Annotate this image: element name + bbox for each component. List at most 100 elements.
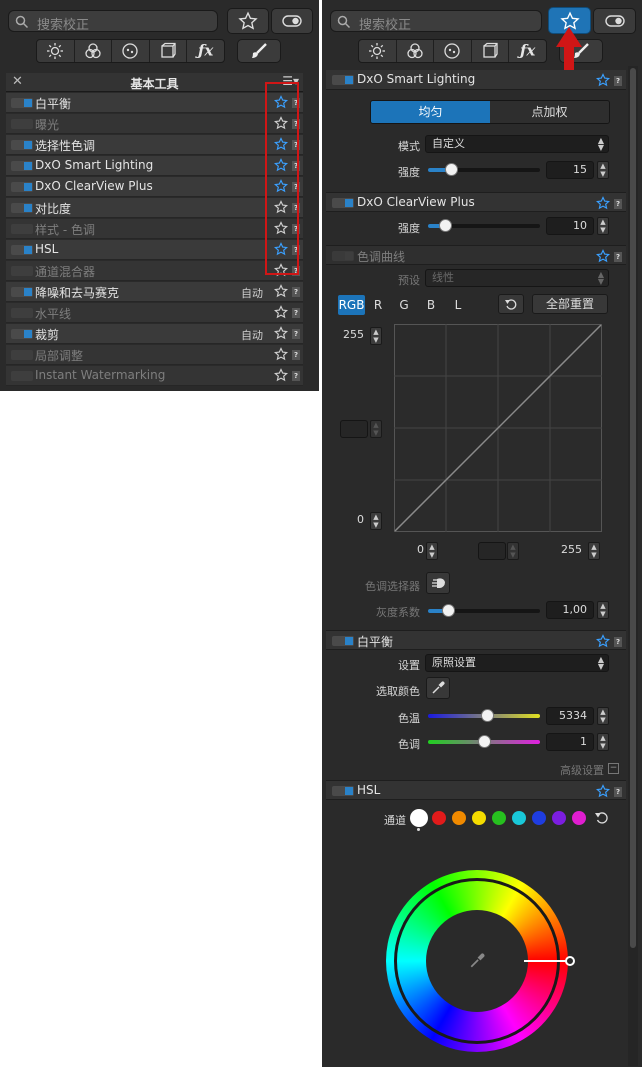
tab-light[interactable] xyxy=(37,40,75,62)
section-header-clearview[interactable]: DxO ClearView Plus ? xyxy=(326,192,626,212)
help-icon[interactable]: ? xyxy=(614,787,622,797)
tab-color[interactable] xyxy=(397,40,435,62)
star-icon[interactable] xyxy=(274,326,288,340)
enable-toggle[interactable] xyxy=(11,266,33,276)
section-header-smart-lighting[interactable]: DxO Smart Lighting ? xyxy=(326,70,626,90)
star-icon[interactable] xyxy=(274,347,288,361)
enable-toggle[interactable] xyxy=(332,636,354,646)
input-mid-stepper[interactable]: ▲ ▼ xyxy=(507,542,519,560)
output-max-stepper[interactable]: ▲ ▼ xyxy=(370,327,382,345)
temperature-stepper[interactable]: ▲ ▼ xyxy=(597,707,609,725)
setting-select[interactable]: 原照设置 ▲ ▼ xyxy=(425,654,609,672)
enable-toggle[interactable] xyxy=(11,245,33,255)
enable-toggle[interactable] xyxy=(332,75,354,85)
tool-list-item[interactable]: 裁剪 自动? xyxy=(6,324,303,344)
channel-rgb[interactable]: RGB xyxy=(338,295,365,315)
star-icon[interactable] xyxy=(596,73,610,87)
tool-list-item[interactable]: Instant Watermarking? xyxy=(6,366,303,386)
search-field[interactable]: 搜索校正 xyxy=(8,10,218,33)
enable-toggle[interactable] xyxy=(11,203,33,213)
enable-toggle[interactable] xyxy=(11,329,33,339)
channel-l[interactable]: L xyxy=(447,295,469,315)
help-icon[interactable]: ? xyxy=(292,350,300,360)
enable-toggle[interactable] xyxy=(332,198,354,208)
output-min-stepper[interactable]: ▲ ▼ xyxy=(370,512,382,530)
enable-toggle[interactable] xyxy=(11,371,33,381)
input-min-field[interactable]: 0 xyxy=(400,542,428,560)
tool-list-item[interactable]: DxO Smart Lighting? xyxy=(6,156,303,176)
enable-toggle[interactable] xyxy=(332,251,354,261)
input-max-stepper[interactable]: ▲ ▼ xyxy=(588,542,600,560)
preset-select[interactable]: 线性 ▲ ▼ xyxy=(425,269,609,287)
strength-stepper[interactable]: ▲ ▼ xyxy=(597,217,609,235)
enable-toggle[interactable] xyxy=(11,119,33,129)
input-mid-field[interactable] xyxy=(478,542,506,560)
star-icon[interactable] xyxy=(596,784,610,798)
collapse-icon[interactable]: − xyxy=(608,763,619,774)
help-icon[interactable]: ? xyxy=(614,76,622,86)
tab-effects[interactable]: ƒx xyxy=(187,40,224,62)
tool-list-item[interactable]: 水平线? xyxy=(6,303,303,323)
tool-list-item[interactable]: DxO ClearView Plus? xyxy=(6,177,303,197)
tab-effects[interactable]: ƒx xyxy=(509,40,546,62)
channel-swatch[interactable] xyxy=(572,811,586,825)
gamma-slider[interactable] xyxy=(428,604,540,617)
search-field[interactable]: 搜索校正 xyxy=(330,10,542,33)
gamma-stepper[interactable]: ▲ ▼ xyxy=(597,601,609,619)
enable-toggle[interactable] xyxy=(11,350,33,360)
tool-list-item[interactable]: 样式 - 色调? xyxy=(6,219,303,239)
tab-detail[interactable] xyxy=(112,40,150,62)
tone-picker-button[interactable] xyxy=(426,572,450,594)
tint-stepper[interactable]: ▲ ▼ xyxy=(597,733,609,751)
output-mid-stepper[interactable]: ▲ ▼ xyxy=(370,420,382,438)
output-mid-field[interactable] xyxy=(340,420,368,438)
channel-swatch[interactable] xyxy=(472,811,486,825)
local-adjust-button[interactable] xyxy=(237,39,281,63)
channel-r[interactable]: R xyxy=(367,295,389,315)
slider-knob[interactable] xyxy=(439,219,452,232)
enable-toggle[interactable] xyxy=(11,98,33,108)
channel-swatch[interactable] xyxy=(532,811,546,825)
star-icon[interactable] xyxy=(596,196,610,210)
toggle-view-button[interactable] xyxy=(593,8,636,34)
help-icon[interactable]: ? xyxy=(292,308,300,318)
channel-swatch[interactable] xyxy=(512,811,526,825)
channel-swatch[interactable] xyxy=(492,811,506,825)
channel-swatch[interactable] xyxy=(552,811,566,825)
scrollbar-thumb[interactable] xyxy=(630,68,636,948)
eyedropper-button[interactable] xyxy=(426,677,450,699)
output-min-field[interactable]: 0 xyxy=(340,512,368,530)
enable-toggle[interactable] xyxy=(332,786,354,796)
strength-value-field[interactable]: 10 xyxy=(546,217,594,235)
tool-list-item[interactable]: 选择性色调? xyxy=(6,135,303,155)
favorites-button[interactable] xyxy=(227,8,269,34)
slider-knob[interactable] xyxy=(442,604,455,617)
strength-value-field[interactable]: 15 xyxy=(546,161,594,179)
help-icon[interactable]: ? xyxy=(614,637,622,647)
reset-all-button[interactable]: 全部重置 xyxy=(532,294,608,314)
tone-curve-graph[interactable] xyxy=(394,324,602,532)
section-header-hsl[interactable]: HSL ? xyxy=(326,780,626,800)
enable-toggle[interactable] xyxy=(11,161,33,171)
help-icon[interactable]: ? xyxy=(292,329,300,339)
help-icon[interactable]: ? xyxy=(292,371,300,381)
tab-detail[interactable] xyxy=(434,40,472,62)
tab-geometry[interactable] xyxy=(472,40,510,62)
temperature-value-field[interactable]: 5334 xyxy=(546,707,594,725)
tool-list-item[interactable]: 降噪和去马赛克 自动? xyxy=(6,282,303,302)
strength-slider[interactable] xyxy=(428,163,540,176)
tab-geometry[interactable] xyxy=(150,40,188,62)
strength-stepper[interactable]: ▲ ▼ xyxy=(597,161,609,179)
tool-list-item[interactable]: 白平衡? xyxy=(6,93,303,113)
toggle-view-button[interactable] xyxy=(271,8,313,34)
enable-toggle[interactable] xyxy=(11,224,33,234)
scrollbar[interactable] xyxy=(628,66,638,1066)
star-icon[interactable] xyxy=(274,305,288,319)
mode-segmented-control[interactable]: 均匀 点加权 xyxy=(370,100,610,124)
eyedropper-icon[interactable] xyxy=(469,953,485,969)
section-header-tone-curve[interactable]: 色调曲线 ? xyxy=(326,245,626,265)
tint-slider[interactable] xyxy=(428,735,540,748)
gamma-value-field[interactable]: 1,00 xyxy=(546,601,594,619)
tool-list-item[interactable]: HSL? xyxy=(6,240,303,260)
mode-select[interactable]: 自定义 ▲ ▼ xyxy=(425,135,609,153)
